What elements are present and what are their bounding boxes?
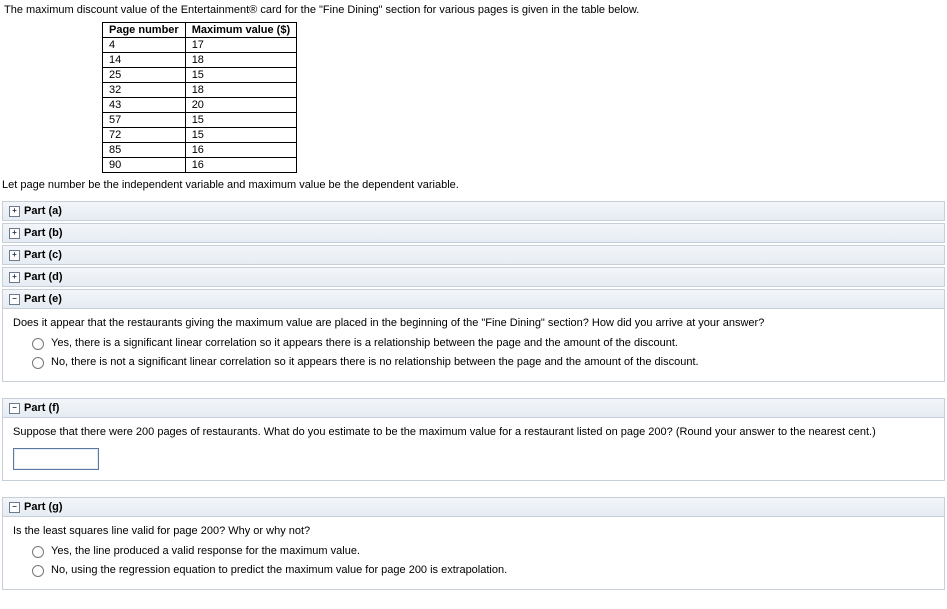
part-e-header[interactable]: − Part (e) (2, 289, 945, 309)
table-row: 3218 (103, 83, 297, 98)
expand-icon: + (9, 228, 20, 239)
table-row: 7215 (103, 128, 297, 143)
expand-icon: + (9, 250, 20, 261)
part-b-header[interactable]: + Part (b) (2, 223, 945, 243)
part-a-label: Part (a) (24, 205, 62, 217)
part-d-header[interactable]: + Part (d) (2, 267, 945, 287)
expand-icon: + (9, 272, 20, 283)
table-row: 8516 (103, 143, 297, 158)
collapse-icon: − (9, 294, 20, 305)
part-f-question: Suppose that there were 200 pages of res… (13, 426, 934, 438)
table-row: 5715 (103, 113, 297, 128)
part-e-option-no-radio[interactable] (32, 357, 44, 369)
collapse-icon: − (9, 502, 20, 513)
part-b-label: Part (b) (24, 227, 63, 239)
col-header-value: Maximum value ($) (185, 23, 296, 38)
expand-icon: + (9, 206, 20, 217)
part-e-option-no-text: No, there is not a significant linear co… (51, 356, 699, 368)
table-row: 9016 (103, 158, 297, 173)
variables-note: Let page number be the independent varia… (2, 177, 945, 199)
part-g-body: Is the least squares line valid for page… (2, 517, 945, 590)
part-f-label: Part (f) (24, 402, 59, 414)
table-row: 4320 (103, 98, 297, 113)
part-e-option-yes-radio[interactable] (32, 338, 44, 350)
part-f-header[interactable]: − Part (f) (2, 398, 945, 418)
part-e-label: Part (e) (24, 293, 62, 305)
part-c-label: Part (c) (24, 249, 62, 261)
col-header-page: Page number (103, 23, 186, 38)
part-g-label: Part (g) (24, 501, 63, 513)
part-g-header[interactable]: − Part (g) (2, 497, 945, 517)
table-row: 2515 (103, 68, 297, 83)
part-d-label: Part (d) (24, 271, 63, 283)
intro-text: The maximum discount value of the Entert… (2, 2, 945, 22)
part-f-body: Suppose that there were 200 pages of res… (2, 418, 945, 481)
part-e-question: Does it appear that the restaurants givi… (13, 317, 934, 329)
part-e-body: Does it appear that the restaurants givi… (2, 309, 945, 382)
part-a-header[interactable]: + Part (a) (2, 201, 945, 221)
part-f-answer-input[interactable] (13, 448, 99, 470)
part-g-question: Is the least squares line valid for page… (13, 525, 934, 537)
part-g-option-no-text: No, using the regression equation to pre… (51, 564, 507, 576)
data-table: Page number Maximum value ($) 417 1418 2… (102, 22, 297, 173)
part-g-option-no-radio[interactable] (32, 565, 44, 577)
part-g-option-yes-text: Yes, the line produced a valid response … (51, 545, 360, 557)
part-c-header[interactable]: + Part (c) (2, 245, 945, 265)
collapse-icon: − (9, 403, 20, 414)
table-row: 417 (103, 38, 297, 53)
part-e-option-yes-text: Yes, there is a significant linear corre… (51, 337, 678, 349)
table-row: 1418 (103, 53, 297, 68)
part-g-option-yes-radio[interactable] (32, 546, 44, 558)
